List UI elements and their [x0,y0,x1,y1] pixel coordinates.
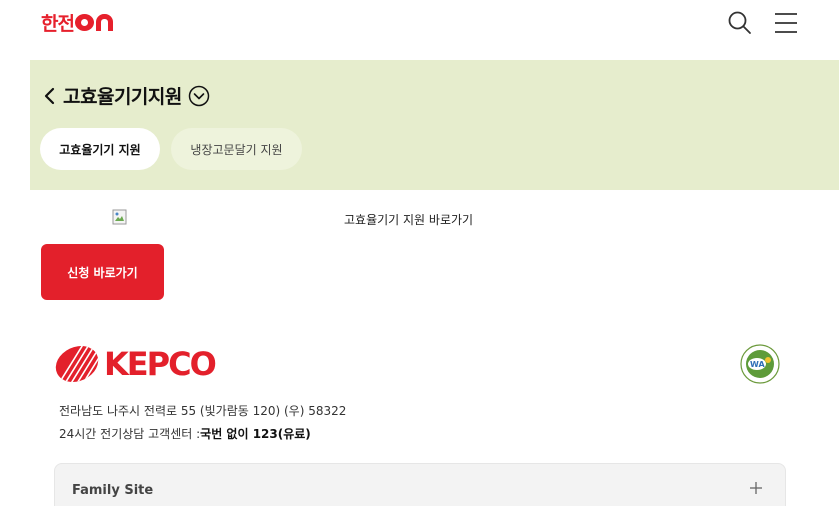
kepco-emblem-icon [54,342,105,386]
company-address: 전라남도 나주시 전력로 55 (빛가람동 120) (우) 58322 [59,404,347,418]
kepco-logo: KEPCO [54,342,217,386]
kepco-wordmark: KEPCO [104,345,217,383]
family-site-label: Family Site [72,483,154,498]
callcenter-info: 24시간 전기상담 고객센터 :국번 없이 123(유료) [59,425,311,442]
tab-high-efficiency-support[interactable]: 고효율기기 지원 [40,128,160,170]
callcenter-prefix: 24시간 전기상담 고객센터 : [59,427,201,441]
broken-image-icon[interactable] [112,209,128,225]
page-title: 고효율기기지원 [63,86,182,108]
hamburger-menu-icon[interactable] [774,12,798,34]
plus-icon[interactable] [748,480,764,496]
web-accessibility-badge-icon: WA [733,343,787,385]
apply-shortcut-button[interactable]: 신청 바로가기 [41,244,164,300]
kepco-on-logo[interactable]: 한전 [41,10,113,35]
logo-text: 한전 [41,12,75,35]
section-nav-band: 고효율기기지원 고효율기기 지원 냉장고문달기 지원 [30,60,839,190]
tab-fridge-door-support[interactable]: 냉장고문달기 지원 [171,128,302,170]
search-icon[interactable] [727,10,753,36]
callcenter-number: 국번 없이 123(유료) [200,427,311,441]
chevron-down-circle-icon[interactable] [188,85,210,107]
logo-on-mark [74,13,113,31]
banner-row: 고효율기기 지원 바로가기 [0,205,839,235]
banner-alt-text[interactable]: 고효율기기 지원 바로가기 [344,211,473,228]
family-site-toggle[interactable]: Family Site [54,463,786,506]
header: 한전 [0,0,839,60]
title-row: 고효율기기지원 [43,82,210,109]
chevron-left-icon[interactable] [43,86,57,106]
svg-text:WA: WA [750,360,765,369]
